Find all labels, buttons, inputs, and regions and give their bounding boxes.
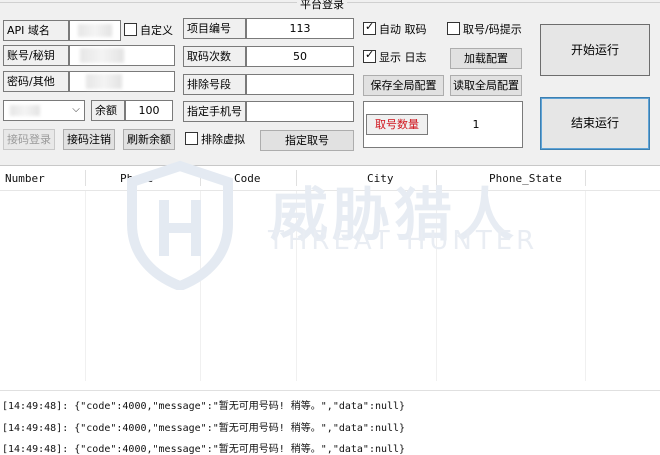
checkbox-box: ✓ — [363, 20, 376, 35]
auto-fetch-checkbox[interactable]: ✓ 自动 取码 — [363, 20, 427, 39]
start-run-button[interactable]: 开始运行 — [540, 24, 650, 76]
exclude-prefix-label: 排除号段 — [183, 74, 246, 95]
project-id-label: 项目编号 — [183, 18, 246, 39]
specify-phone-input[interactable] — [246, 101, 354, 122]
save-global-config-button[interactable]: 保存全局配置 — [363, 75, 444, 96]
balance-input[interactable]: 100 — [125, 100, 173, 121]
column-divider[interactable] — [200, 170, 201, 186]
column-header-phone[interactable]: Phone — [120, 166, 153, 190]
redacted-value — [10, 105, 40, 116]
show-log-checkbox[interactable]: ✓ 显示 日志 — [363, 48, 427, 67]
number-count-input[interactable]: 1 — [434, 114, 518, 135]
load-config-button[interactable]: 加载配置 — [450, 48, 522, 69]
log-line: [14:49:48]: {"code":4000,"message":"暂无可用… — [2, 401, 406, 412]
grid-line — [200, 191, 201, 381]
password-input[interactable] — [69, 71, 175, 92]
specify-fetch-button[interactable]: 指定取号 — [260, 130, 354, 151]
grid-line — [85, 191, 86, 381]
checkbox-box — [447, 22, 460, 35]
number-count-label: 取号数量 — [366, 114, 428, 135]
refresh-balance-button[interactable]: 刷新余额 — [123, 129, 175, 150]
exclude-virtual-checkbox[interactable]: 排除虚拟 — [185, 131, 245, 149]
column-header-number[interactable]: Number — [5, 166, 45, 190]
panel-title: 平台登录 — [297, 0, 347, 12]
platform-select[interactable]: ⌵ — [3, 100, 85, 121]
account-label: 账号/秘钥 — [3, 45, 69, 66]
check-icon: ✓ — [365, 20, 375, 33]
fetch-count-input[interactable]: 50 — [246, 46, 354, 67]
column-divider[interactable] — [436, 170, 437, 186]
project-id-input[interactable]: 113 — [246, 18, 354, 39]
log-line: [14:49:48]: {"code":4000,"message":"暂无可用… — [2, 444, 406, 455]
grid-line — [585, 191, 586, 381]
number-count-box: 取号数量 1 — [363, 101, 523, 148]
table-header: Number Phone Code City Phone_State — [0, 166, 660, 191]
column-header-code[interactable]: Code — [234, 166, 261, 190]
grid-line — [436, 191, 437, 381]
checkbox-box — [185, 132, 198, 145]
exclude-prefix-input[interactable] — [246, 74, 354, 95]
results-table-body[interactable] — [0, 191, 660, 381]
grid-line — [296, 191, 297, 381]
fetch-count-label: 取码次数 — [183, 46, 246, 67]
balance-label: 余额 — [91, 100, 125, 121]
sms-logout-button[interactable]: 接码注销 — [63, 129, 115, 150]
checkbox-box: ✓ — [363, 48, 376, 63]
redacted-value — [86, 74, 122, 89]
sms-login-button[interactable]: 接码登录 — [3, 129, 55, 150]
password-label: 密码/其他 — [3, 71, 69, 92]
fetch-hint-checkbox[interactable]: 取号/码提示 — [447, 21, 522, 39]
stop-run-button[interactable]: 结束运行 — [540, 97, 650, 150]
check-icon: ✓ — [365, 48, 375, 61]
api-domain-label: API 域名 — [3, 20, 69, 41]
read-global-config-button[interactable]: 读取全局配置 — [450, 75, 522, 96]
chevron-down-icon[interactable]: ⌵ — [68, 101, 84, 120]
column-divider[interactable] — [585, 170, 586, 186]
column-header-city[interactable]: City — [367, 166, 394, 190]
settings-panel: 平台登录 API 域名 自定义 账号/秘钥 密码/其他 ⌵ 余额 100 接码登… — [0, 0, 660, 166]
specify-phone-label: 指定手机号 — [183, 101, 246, 122]
checkbox-box — [124, 23, 137, 36]
custom-checkbox[interactable]: 自定义 — [124, 22, 173, 40]
column-divider[interactable] — [85, 170, 86, 186]
redacted-value — [78, 24, 112, 37]
column-divider[interactable] — [296, 170, 297, 186]
redacted-value — [80, 48, 124, 63]
column-header-phone-state[interactable]: Phone_State — [489, 166, 562, 190]
log-area[interactable]: [14:49:48]: {"code":4000,"message":"暂无可用… — [0, 390, 660, 455]
log-line: [14:49:48]: {"code":4000,"message":"暂无可用… — [2, 423, 406, 434]
